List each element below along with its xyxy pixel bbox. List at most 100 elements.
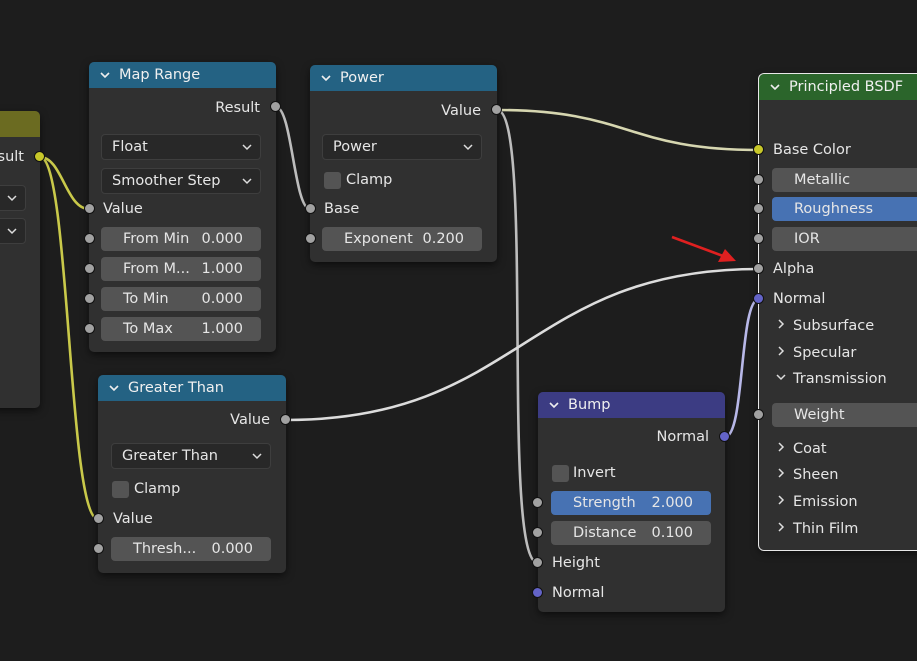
metallic-field[interactable]: Metallic (772, 168, 917, 192)
power-base-label: Base (324, 201, 360, 217)
bump-normal-input-socket[interactable] (532, 587, 543, 598)
panel-transmission-label: Transmission (793, 371, 887, 387)
greater-than-operation-select[interactable]: Greater Than (111, 443, 271, 469)
power-clamp-checkbox[interactable] (324, 172, 341, 189)
map-range-interpolation-select[interactable]: Smoother Step (101, 168, 261, 194)
bump-strength-socket[interactable] (532, 497, 543, 508)
map-range-result-socket[interactable] (270, 101, 281, 112)
input-node-output-socket[interactable] (34, 151, 45, 162)
power-title: Power (340, 70, 384, 86)
ior-field[interactable]: IOR (772, 227, 917, 251)
panel-specular[interactable]: Specular (775, 341, 856, 365)
map-range-from-max-field[interactable]: From M... 1.000 (101, 257, 261, 281)
panel-sheen[interactable]: Sheen (775, 463, 838, 487)
link-power-to-bump-height (496, 108, 539, 565)
input-node-header[interactable] (0, 111, 40, 137)
power-header[interactable]: Power (310, 65, 497, 91)
bump-distance-socket[interactable] (532, 527, 543, 538)
principled-bsdf-title: Principled BSDF (789, 79, 904, 95)
power-node[interactable]: Power Value Power Clamp Base Exponent 0.… (310, 65, 497, 262)
collapse-chevron-icon[interactable] (769, 81, 781, 93)
map-range-output-result: Result (215, 100, 260, 116)
power-exponent-socket[interactable] (305, 233, 316, 244)
normal-socket[interactable] (753, 293, 764, 304)
normal-label: Normal (773, 291, 826, 307)
panel-specular-label: Specular (793, 345, 857, 361)
roughness-field[interactable]: Roughness (772, 197, 917, 221)
panel-subsurface[interactable]: Subsurface (775, 314, 874, 338)
bump-invert-label: Invert (573, 465, 616, 481)
distance-value: 0.100 (651, 525, 693, 541)
from-min-value: 0.000 (201, 231, 243, 247)
input-node-dropdown-1[interactable] (0, 185, 26, 211)
bump-normal-output-socket[interactable] (719, 431, 730, 442)
chevron-down-icon (776, 374, 786, 381)
map-range-header[interactable]: Map Range (89, 62, 276, 88)
collapse-chevron-icon[interactable] (99, 69, 111, 81)
weight-label: Weight (794, 407, 845, 423)
bump-header[interactable]: Bump (538, 392, 725, 418)
roughness-socket[interactable] (753, 203, 764, 214)
strength-label: Strength (573, 495, 636, 511)
map-range-from-max-socket[interactable] (84, 263, 95, 274)
greater-than-header[interactable]: Greater Than (98, 375, 286, 401)
principled-bsdf-node[interactable]: Principled BSDF Base Color Metallic Roug… (758, 73, 917, 551)
map-range-node[interactable]: Map Range Result Float Smoother Step Val… (89, 62, 276, 352)
transmission-weight-field[interactable]: Weight (772, 403, 917, 427)
map-range-value-socket[interactable] (84, 203, 95, 214)
principled-bsdf-header[interactable]: Principled BSDF (759, 74, 917, 100)
power-operation-select[interactable]: Power (322, 134, 482, 160)
greater-than-node[interactable]: Greater Than Value Greater Than Clamp Va… (98, 375, 286, 573)
panel-sheen-label: Sheen (793, 467, 839, 483)
bump-node[interactable]: Bump Normal Invert Strength 2.000 Distan… (538, 392, 725, 612)
input-node-output-label: esult (0, 149, 24, 165)
ior-socket[interactable] (753, 233, 764, 244)
ior-label: IOR (794, 231, 820, 247)
panel-emission[interactable]: Emission (775, 490, 858, 514)
panel-subsurface-label: Subsurface (793, 318, 875, 334)
greater-than-clamp-checkbox[interactable] (112, 481, 129, 498)
bump-height-socket[interactable] (532, 557, 543, 568)
link-power-to-base-color (496, 108, 760, 152)
metallic-socket[interactable] (753, 174, 764, 185)
panel-coat-label: Coat (793, 441, 827, 457)
input-node-dropdown-2[interactable] (0, 218, 26, 244)
collapse-chevron-icon[interactable] (320, 72, 332, 84)
greater-than-output-value: Value (230, 412, 270, 428)
chevron-down-icon (252, 453, 262, 460)
collapse-chevron-icon[interactable] (108, 382, 120, 394)
greater-than-threshold-field[interactable]: Thresh... 0.000 (111, 537, 271, 561)
base-color-socket[interactable] (753, 144, 764, 155)
bump-invert-checkbox[interactable] (552, 465, 569, 482)
map-range-title: Map Range (119, 67, 201, 83)
chevron-down-icon (7, 195, 17, 202)
map-range-from-min-field[interactable]: From Min 0.000 (101, 227, 261, 251)
power-clamp-label: Clamp (346, 172, 393, 188)
chevron-right-icon (778, 442, 785, 452)
chevron-down-icon (242, 178, 252, 185)
greater-than-value-socket[interactable] (93, 513, 104, 524)
panel-coat[interactable]: Coat (775, 437, 827, 461)
map-range-data-type-select[interactable]: Float (101, 134, 261, 160)
power-base-socket[interactable] (305, 203, 316, 214)
map-range-to-max-field[interactable]: To Max 1.000 (101, 317, 261, 341)
bump-distance-field[interactable]: Distance 0.100 (551, 521, 711, 545)
map-range-to-min-field[interactable]: To Min 0.000 (101, 287, 261, 311)
collapse-chevron-icon[interactable] (548, 399, 560, 411)
power-exponent-field[interactable]: Exponent 0.200 (322, 227, 482, 251)
transmission-weight-socket[interactable] (753, 409, 764, 420)
map-range-to-min-socket[interactable] (84, 293, 95, 304)
link-left-to-map-range (39, 155, 90, 211)
power-value-socket[interactable] (491, 104, 502, 115)
chevron-right-icon (778, 319, 785, 329)
map-range-from-min-socket[interactable] (84, 233, 95, 244)
distance-label: Distance (573, 525, 637, 541)
map-range-interpolation-value: Smoother Step (112, 173, 221, 189)
map-range-to-max-socket[interactable] (84, 323, 95, 334)
bump-strength-field[interactable]: Strength 2.000 (551, 491, 711, 515)
alpha-socket[interactable] (753, 263, 764, 274)
panel-thin-film[interactable]: Thin Film (775, 517, 858, 541)
panel-transmission[interactable]: Transmission (775, 367, 887, 391)
greater-than-threshold-socket[interactable] (93, 543, 104, 554)
greater-than-output-socket[interactable] (280, 414, 291, 425)
